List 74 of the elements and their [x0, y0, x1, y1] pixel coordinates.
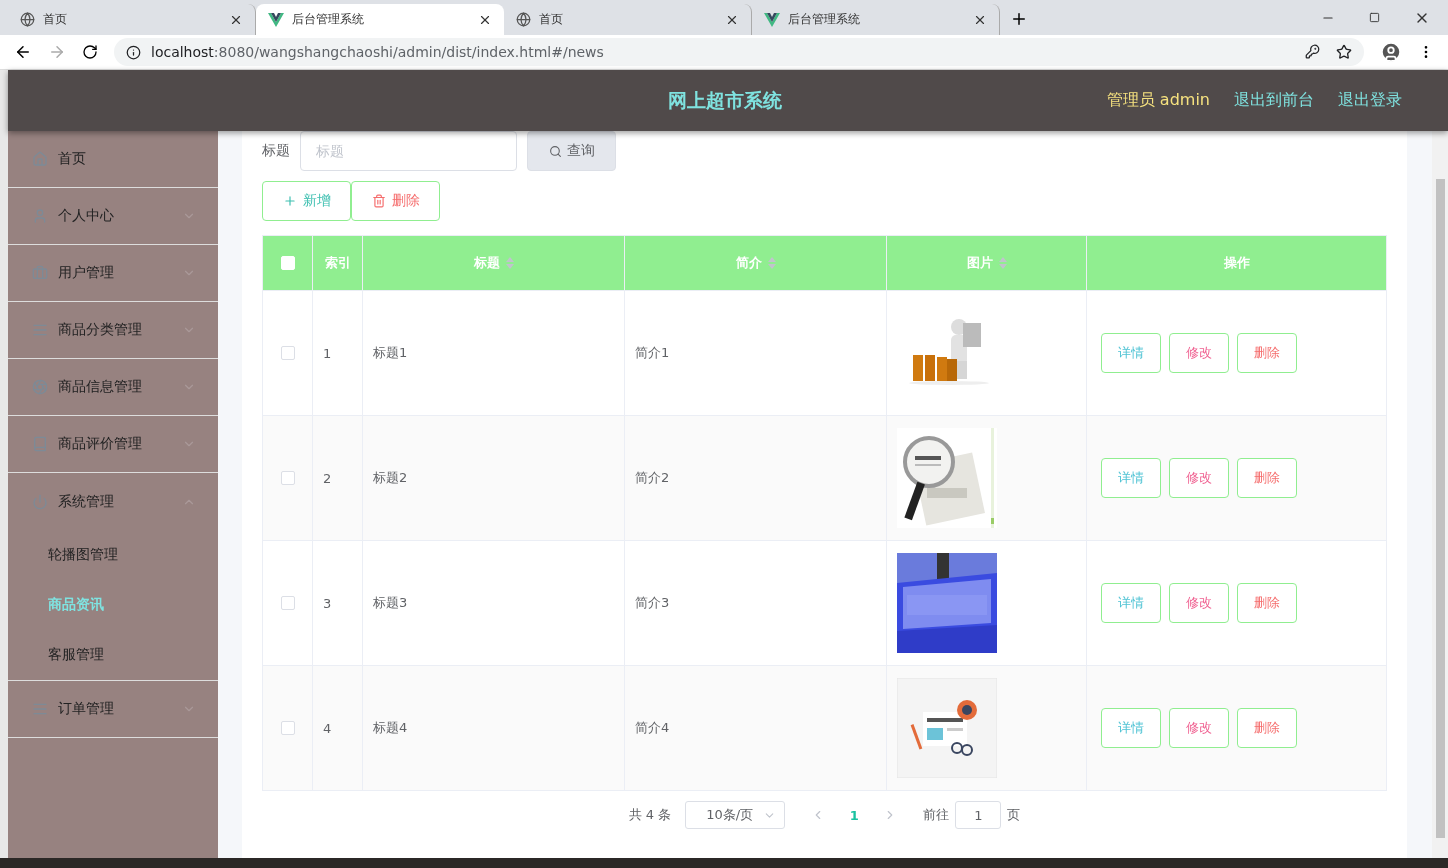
vue-logo-icon [268, 12, 284, 27]
delete-button[interactable]: 删除 [1237, 583, 1297, 623]
delete-button[interactable]: 删除 [1237, 708, 1297, 748]
search-label: 标题 [262, 142, 290, 160]
aperture-icon [32, 379, 48, 395]
table-cell: 4 [323, 720, 332, 736]
edit-button[interactable]: 修改 [1169, 333, 1229, 373]
vue-logo-icon [764, 12, 780, 27]
plus-icon [282, 194, 297, 208]
book-icon [32, 436, 48, 452]
new-tab-icon[interactable] [1010, 10, 1028, 28]
delete-button[interactable]: 删除 [1237, 458, 1297, 498]
table-cell: 标题2 [373, 469, 408, 487]
row-checkbox[interactable] [280, 346, 295, 360]
select-all-checkbox[interactable] [280, 256, 295, 270]
info-icon[interactable] [126, 44, 141, 60]
trash-icon [371, 194, 386, 208]
table-cell: 3 [323, 595, 332, 611]
star-icon[interactable] [1336, 44, 1352, 60]
page-size-select[interactable]: 10条/页 [685, 801, 786, 829]
column-header: 图片 [966, 254, 993, 272]
power-icon [32, 493, 48, 510]
total-count: 共 4 条 [628, 806, 672, 824]
edit-button[interactable]: 修改 [1169, 708, 1229, 748]
table-cell: 标题1 [373, 344, 408, 362]
address-field[interactable]: localhost:8080/wangshangchaoshi/admin/dist/index.html#/news [114, 38, 1364, 66]
delete-button[interactable]: 删除 [1237, 333, 1297, 373]
page-input[interactable]: 1 [955, 801, 1002, 829]
edit-button[interactable]: 修改 [1169, 458, 1229, 498]
table-cell: 2 [323, 470, 332, 486]
column-header: 简介 [735, 254, 762, 272]
sidebar-subitem[interactable]: 客服管理 [8, 630, 218, 680]
person-icon [32, 208, 48, 224]
globe-icon [20, 12, 35, 27]
row-checkbox[interactable] [280, 721, 295, 735]
list-icon [32, 701, 48, 717]
add-button[interactable]: 新增 [262, 181, 351, 221]
table-cell: 简介1 [635, 344, 670, 362]
table-cell: 标题3 [373, 594, 408, 612]
globe-icon [516, 12, 531, 27]
table-cell: 简介4 [635, 719, 670, 737]
column-header: 索引 [324, 254, 351, 272]
app-title: 网上超市系统 [668, 87, 782, 113]
search-field[interactable]: 标题 [300, 131, 517, 171]
user-name: 管理员 admin [1106, 90, 1210, 111]
home-icon [32, 151, 48, 167]
header-link[interactable]: 退出登录 [1338, 90, 1402, 111]
sidebar-item[interactable]: 系统管理 [8, 473, 218, 530]
table-cell: 标题4 [373, 719, 408, 737]
table-cell: 简介3 [635, 594, 670, 612]
search-button[interactable]: 查询 [527, 131, 616, 171]
sidebar-subitem[interactable]: 轮播图管理 [8, 530, 218, 580]
goto-suffix: 页 [1007, 806, 1021, 824]
row-checkbox[interactable] [280, 471, 295, 485]
edit-button[interactable]: 修改 [1169, 583, 1229, 623]
restore-icon[interactable] [1369, 12, 1380, 23]
row-checkbox[interactable] [280, 596, 295, 610]
sidebar-subitem[interactable]: 商品资讯 [8, 580, 218, 630]
search-icon [548, 144, 562, 158]
table-cell: 简介2 [635, 469, 670, 487]
profile-icon[interactable] [1380, 41, 1402, 63]
briefcase-icon [32, 265, 48, 281]
goto-label: 前往 [923, 806, 950, 824]
column-header: 标题 [473, 254, 500, 272]
key-icon[interactable] [1305, 44, 1320, 59]
back-icon[interactable] [14, 43, 32, 61]
table-cell: 1 [323, 345, 332, 361]
header-link[interactable]: 退出到前台 [1234, 90, 1314, 111]
scrollbar[interactable] [1432, 131, 1448, 858]
browser-tab[interactable]: 后台管理系统 [256, 4, 504, 35]
reload-icon[interactable] [82, 44, 98, 60]
delete-button[interactable]: 删除 [351, 181, 440, 221]
column-header: 操作 [1223, 254, 1250, 272]
list-icon [32, 322, 48, 338]
